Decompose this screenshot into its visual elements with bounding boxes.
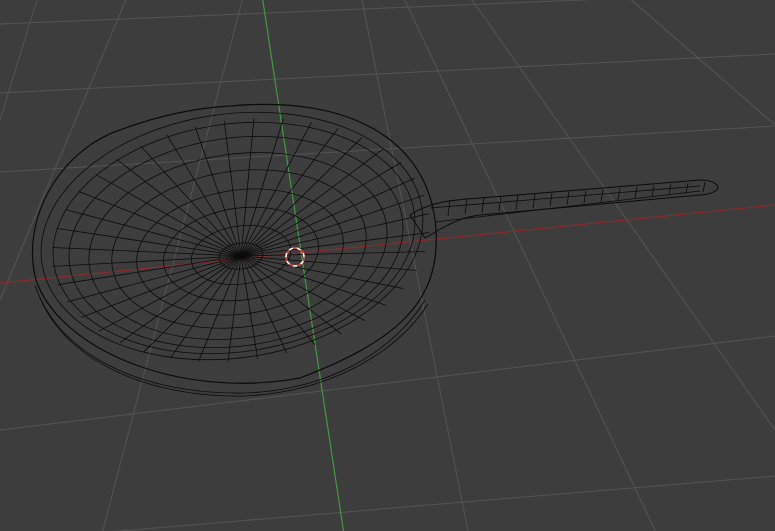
3d-viewport[interactable] xyxy=(0,0,775,531)
